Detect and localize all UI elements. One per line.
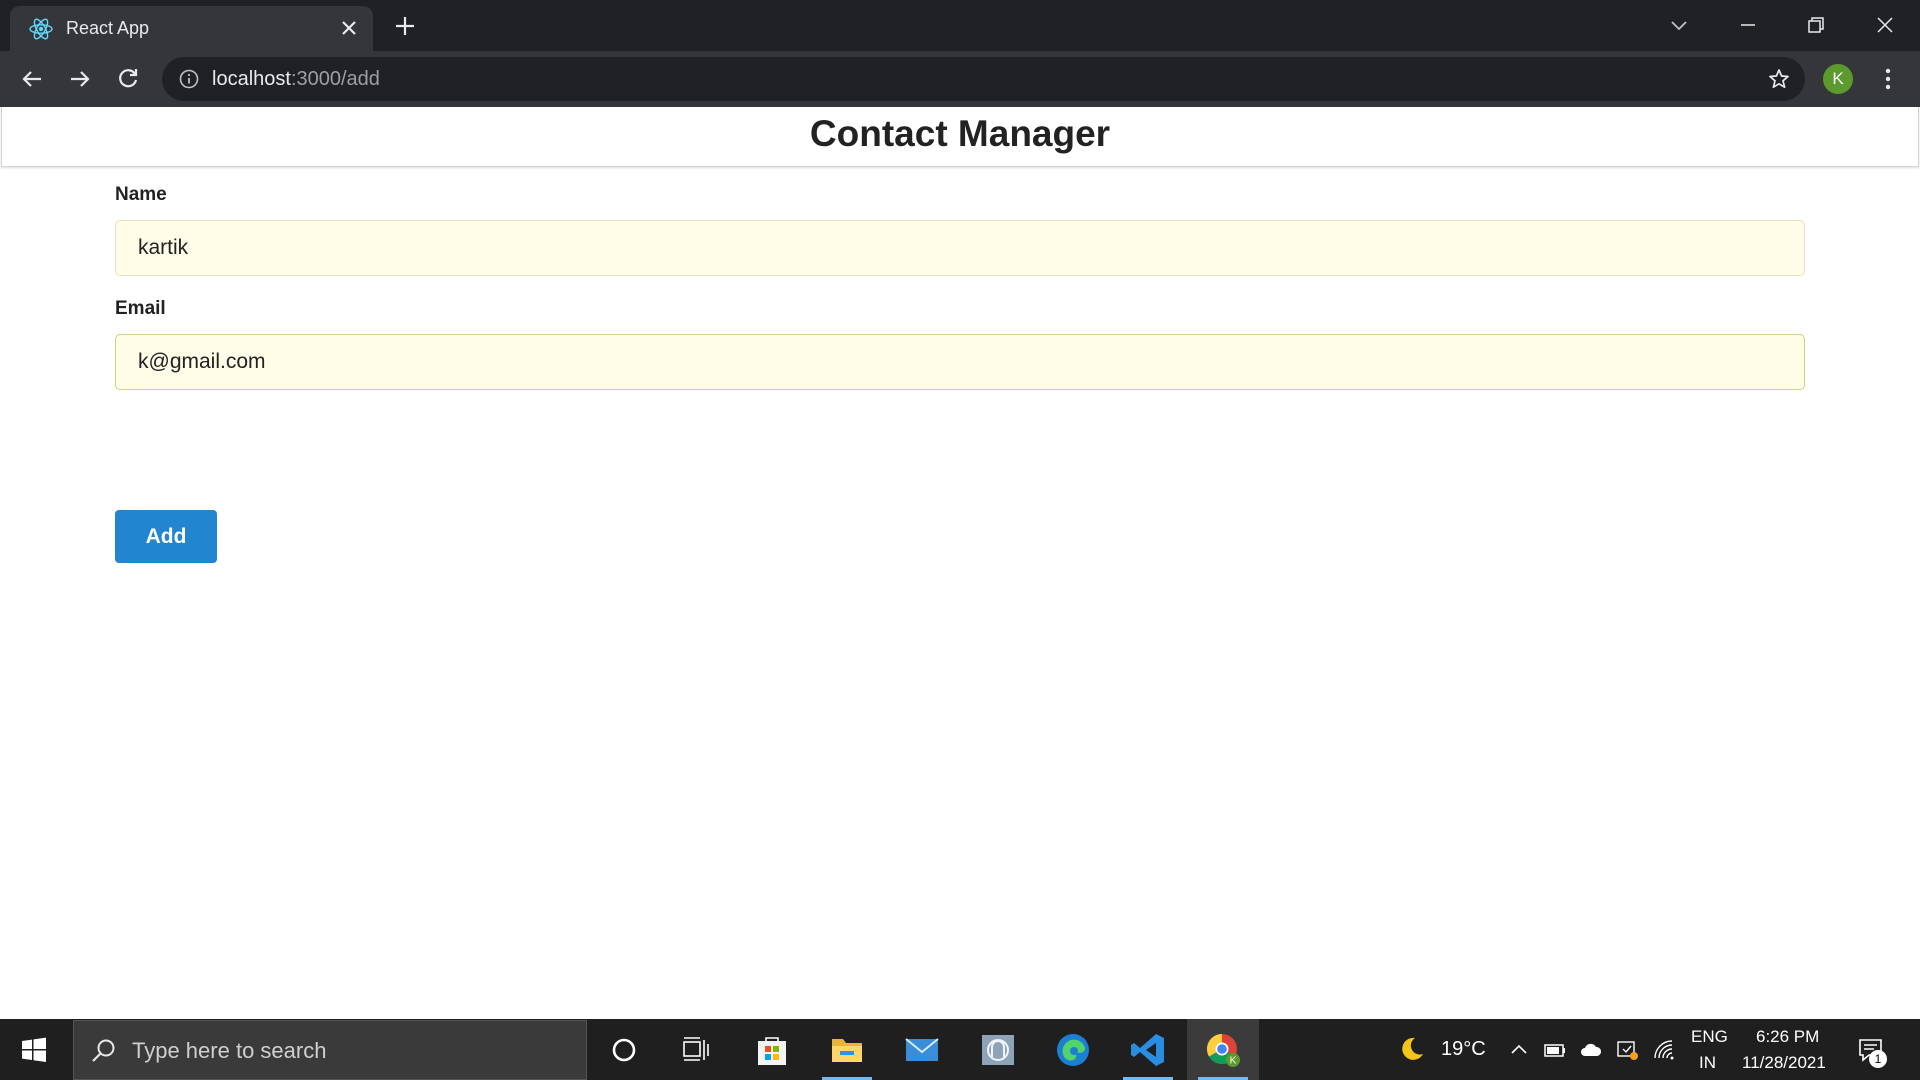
- taskbar-microsoft-store[interactable]: [736, 1019, 808, 1080]
- task-view-button[interactable]: [660, 1019, 732, 1080]
- site-info-icon[interactable]: [178, 68, 200, 90]
- url-text: localhost:3000/add: [212, 68, 380, 91]
- forward-arrow-icon[interactable]: [66, 65, 94, 93]
- input-language-primary[interactable]: ENG: [1691, 1027, 1728, 1047]
- show-hidden-icons-chevron-icon[interactable]: [1507, 1038, 1531, 1062]
- search-icon: [92, 1039, 115, 1062]
- taskbar-edge[interactable]: [1037, 1019, 1109, 1080]
- cortana-circle-icon: [612, 1038, 636, 1061]
- weather-moon-icon[interactable]: [1398, 1035, 1426, 1063]
- page-content: Contact Manager Name Email Add: [0, 107, 1920, 1019]
- cortana-button[interactable]: [588, 1019, 660, 1080]
- back-arrow-icon[interactable]: [18, 65, 46, 93]
- url-host: localhost: [212, 68, 291, 90]
- close-tab-icon[interactable]: [339, 18, 359, 38]
- taskbar-vscode[interactable]: [1112, 1019, 1184, 1080]
- add-button[interactable]: Add: [115, 510, 217, 563]
- microsoft-store-icon: [758, 1036, 786, 1065]
- reload-icon[interactable]: [114, 65, 142, 93]
- mail-envelope-icon: [905, 1037, 939, 1061]
- weather-temperature[interactable]: 19°C: [1441, 1038, 1486, 1061]
- name-label: Name: [115, 184, 167, 205]
- url-path: :3000/add: [290, 68, 380, 90]
- page-title: Contact Manager: [809, 113, 1111, 154]
- restore-window-icon[interactable]: [1801, 10, 1831, 40]
- wifi-network-icon[interactable]: [1652, 1038, 1676, 1062]
- input-language-region[interactable]: IN: [1699, 1053, 1716, 1073]
- vscode-icon: [1131, 1033, 1164, 1066]
- svg-text:K: K: [1230, 1055, 1237, 1066]
- browser-tab-strip: React App: [0, 0, 1920, 51]
- file-explorer-folder-icon: [832, 1038, 862, 1062]
- onedrive-cloud-icon[interactable]: [1579, 1038, 1603, 1062]
- address-bar[interactable]: localhost:3000/add: [162, 57, 1805, 101]
- browser-tab-title: React App: [66, 18, 150, 38]
- bookmark-star-icon[interactable]: [1767, 67, 1791, 91]
- battery-icon[interactable]: [1543, 1038, 1567, 1062]
- app-portal-icon: [982, 1034, 1014, 1065]
- tab-search-chevron-icon[interactable]: [1664, 10, 1694, 40]
- taskbar-chrome[interactable]: K: [1187, 1019, 1259, 1080]
- close-window-icon[interactable]: [1870, 10, 1900, 40]
- browser-menu-kebab-icon[interactable]: [1874, 64, 1902, 94]
- name-input[interactable]: [115, 220, 1805, 276]
- new-tab-plus-icon[interactable]: [392, 13, 418, 39]
- profile-avatar[interactable]: K: [1823, 64, 1853, 94]
- minimize-window-icon[interactable]: [1733, 10, 1763, 40]
- clock-time[interactable]: 6:26 PM: [1756, 1027, 1819, 1047]
- email-label: Email: [115, 298, 166, 319]
- taskbar-app-portal[interactable]: [962, 1019, 1034, 1080]
- clock-date[interactable]: 11/28/2021: [1742, 1053, 1826, 1073]
- task-view-icon: [683, 1036, 709, 1061]
- browser-tab-react-app[interactable]: React App: [10, 6, 373, 51]
- react-logo-icon: [29, 18, 53, 40]
- taskbar-mail[interactable]: [886, 1019, 958, 1080]
- browser-toolbar: localhost:3000/add K: [0, 51, 1920, 107]
- defender-security-icon[interactable]: [1615, 1038, 1639, 1062]
- search-placeholder: Type here to search: [132, 1038, 327, 1063]
- app-header: Contact Manager: [1, 107, 1919, 167]
- windows-taskbar: Type here to search K 19°C ENG IN 6:26 P…: [0, 1019, 1920, 1080]
- chrome-browser-icon: K: [1206, 1033, 1240, 1067]
- email-input[interactable]: [115, 334, 1805, 390]
- taskbar-file-explorer[interactable]: [811, 1019, 883, 1080]
- windows-start-icon[interactable]: [20, 1036, 48, 1064]
- notification-count-badge: 1: [1869, 1050, 1887, 1068]
- taskbar-search-box[interactable]: Type here to search: [73, 1020, 587, 1080]
- edge-browser-icon: [1057, 1033, 1089, 1066]
